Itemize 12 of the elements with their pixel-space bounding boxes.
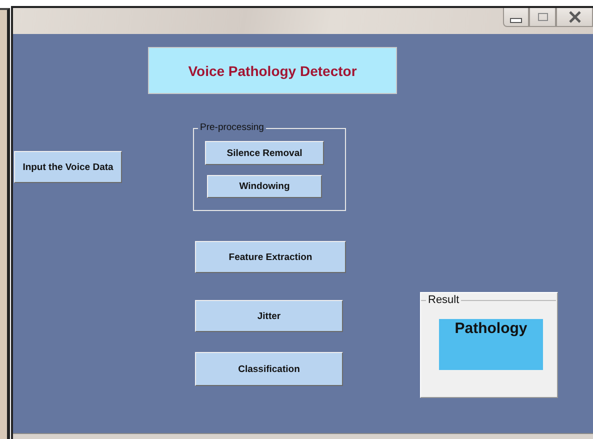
panel-label: Pre-processing	[198, 122, 266, 134]
app-title: Voice Pathology Detector	[148, 47, 397, 94]
preprocessing-button[interactable]: Silence Removal	[205, 141, 324, 165]
close-button[interactable]	[556, 8, 593, 27]
action-button[interactable]: Classification	[195, 352, 343, 386]
action-button[interactable]: Feature Extraction	[195, 241, 346, 273]
result-display: Pathology	[439, 319, 543, 370]
preprocessing-button[interactable]: Windowing	[207, 175, 322, 198]
minimize-button[interactable]	[503, 8, 529, 27]
close-icon	[568, 11, 582, 23]
action-button[interactable]: Jitter	[195, 300, 343, 332]
input-voice-button[interactable]: Input the Voice Data	[14, 151, 122, 183]
